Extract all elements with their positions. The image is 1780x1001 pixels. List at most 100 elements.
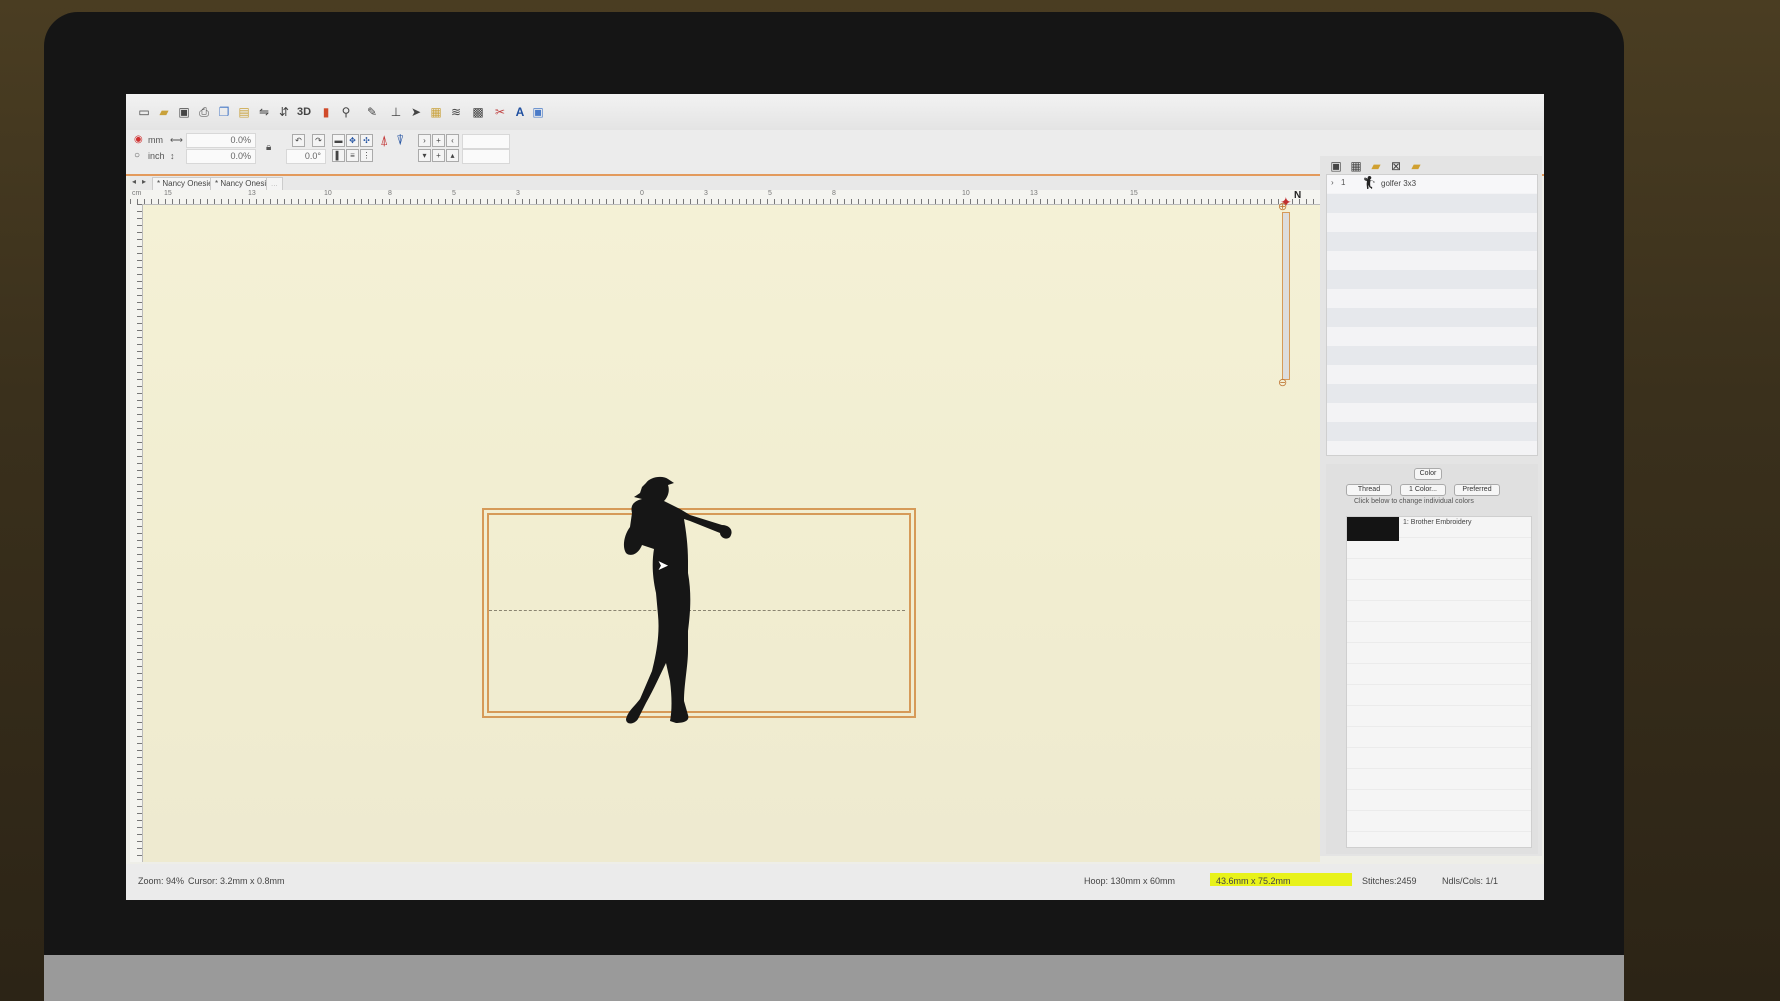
rotate-right-icon[interactable]: ↷ [312,134,325,147]
unlock-icon[interactable]: ▰ [1408,158,1424,174]
3d-view-icon[interactable]: 3D [296,104,312,120]
rotate-left-icon[interactable]: ↶ [292,134,305,147]
group-icon[interactable]: ▦ [1348,158,1364,174]
object-name: golfer 3x3 [1381,179,1417,188]
arrow-right-icon[interactable]: › [418,134,431,147]
select-icon[interactable]: ➤ [408,104,424,120]
new-icon[interactable]: ▭ [136,104,152,120]
ruler-label: 15 [164,190,172,197]
arrow-plus-icon[interactable]: + [432,134,445,147]
radio-inch-icon[interactable]: ○ [134,150,140,161]
status-bar: Zoom: 94% Cursor: 3.2mm x 0.8mm Hoop: 13… [126,864,1544,900]
offset-x-field[interactable] [462,134,510,149]
hoop-status: Hoop: 130mm x 60mm [1084,876,1176,886]
width-icon: ⟷ [170,135,183,145]
tab-nancy-onesie[interactable]: * Nancy Onesie [152,177,218,191]
ruler-label: 13 [248,190,256,197]
ruler-label: 8 [832,190,836,197]
ruler-label: 3 [516,190,520,197]
thread-icon[interactable]: ⍒ [396,132,404,149]
copy-icon[interactable]: ❐ [216,104,232,120]
zoom-icon[interactable]: ⚲ [338,104,354,120]
grid-icon[interactable]: ▩ [470,104,486,120]
golfer-silhouette[interactable] [590,475,740,735]
zoom-in-icon[interactable]: ⊕ [1278,200,1287,213]
ruler-label: 8 [388,190,392,197]
app-window: ▭ ▰ ▣ ⎙ ❐ ▤ ⇋ ⇵ 3D ▮ ⚲ ✎ ⊥ ➤ ▦ ≋ ▩ ✂ A ▣… [126,94,1544,900]
delete-icon[interactable]: ⊠ [1388,158,1404,174]
print-icon[interactable]: ⎙ [196,104,212,120]
design-size-status: 43.6mm x 75.2mm [1216,876,1291,886]
zoom-out-icon[interactable]: ⊖ [1278,376,1287,389]
wizard-icon[interactable]: ✂ [492,104,508,120]
color-list: 1: Brother Embroidery [1346,516,1532,848]
width-percent-field[interactable]: 0.0% [186,133,256,148]
lock-icon[interactable]: 🔒︎ [266,142,271,153]
offset-y-field[interactable] [462,149,510,164]
color-hint: Click below to change individual colors [1354,498,1474,505]
vertical-ruler [130,204,143,862]
arrow-cross-icon[interactable]: + [432,149,445,162]
ruler-label: 3 [704,190,708,197]
object-list: › 1 🏌︎ golfer 3x3 [1326,174,1538,456]
compass-north-label: N [1294,190,1302,201]
cursor-status: Cursor: 3.2mm x 0.8mm [188,876,285,886]
ruler-label: 5 [768,190,772,197]
lock-icon[interactable]: ▰ [1368,158,1384,174]
needles-status: Ndls/Cols: 1/1 [1442,876,1499,886]
ruler-label: 10 [324,190,332,197]
hoop-icon[interactable]: ▦ [428,104,444,120]
monitor-chin [44,955,1624,1001]
center-icon[interactable]: ✥ [346,134,359,147]
rotation-field[interactable]: 0.0° [286,149,326,164]
mouse-cursor-icon: ➤ [657,557,669,573]
align-icon[interactable]: ≋ [448,104,464,120]
unit-mm-label: mm [148,135,163,145]
stitches-status: Stitches:2459 [1362,876,1417,886]
arrow-left-icon[interactable]: ‹ [446,134,459,147]
golfer-thumbnail-icon: 🏌︎ [1361,175,1378,190]
stitch-icon[interactable]: ⊥ [388,104,404,120]
tab-prev-icon[interactable]: ◂ [132,177,136,186]
tab-next-icon[interactable]: ▸ [142,177,146,186]
center-top-icon[interactable]: ▬ [332,134,345,147]
ruler-label: 13 [1030,190,1038,197]
text-icon[interactable]: A [512,104,528,120]
arrow-down-icon[interactable]: ▾ [418,149,431,162]
lettering-icon[interactable]: ▣ [530,104,546,120]
side-panel: ▣ ▦ ▰ ⊠ ▰ › 1 🏌︎ golfer 3x3 Color Thread… [1320,156,1542,856]
object-index: 1 [1341,178,1346,187]
flip-horizontal-icon[interactable]: ⇋ [256,104,272,120]
ruler-label: 10 [962,190,970,197]
ruler-label: 15 [1130,190,1138,197]
needle-icon[interactable]: ⍋ [380,132,388,149]
design-canvas[interactable]: ➤ [143,205,1320,862]
align-left-icon[interactable]: ▌ [332,149,345,162]
tab-preferred[interactable]: Preferred [1454,484,1500,496]
height-percent-field[interactable]: 0.0% [186,149,256,164]
open-icon[interactable]: ▰ [156,104,172,120]
horizontal-ruler: cm 15 13 10 8 5 3 0 3 5 8 10 13 15 [130,190,1320,205]
tab-thread[interactable]: Thread [1346,484,1392,496]
paste-icon[interactable]: ▤ [236,104,252,120]
tab-more[interactable]: ... [266,177,283,191]
save-icon[interactable]: ▣ [176,104,192,120]
color-panel: Color Thread 1 Color... Preferred Click … [1326,464,1538,854]
side-toolbar: ▣ ▦ ▰ ⊠ ▰ [1324,156,1536,174]
align-justify-icon[interactable]: ≡ [346,149,359,162]
center-all-icon[interactable]: ✣ [360,134,373,147]
chart-icon[interactable]: ▮ [318,104,334,120]
zoom-slider[interactable] [1282,212,1290,380]
color-panel-title[interactable]: Color [1414,468,1442,480]
distribute-icon[interactable]: ⋮ [360,149,373,162]
measure-icon[interactable]: ✎ [364,104,380,120]
arrow-up-icon[interactable]: ▴ [446,149,459,162]
radio-mm-icon[interactable]: ◉ [134,134,143,145]
object-row[interactable]: › 1 🏌︎ golfer 3x3 [1327,175,1537,193]
color-swatch[interactable] [1347,517,1399,541]
layer-icon[interactable]: ▣ [1328,158,1344,174]
tab-one-color[interactable]: 1 Color... [1400,484,1446,496]
flip-vertical-icon[interactable]: ⇵ [276,104,292,120]
color-label[interactable]: 1: Brother Embroidery [1403,519,1471,526]
expand-icon[interactable]: › [1331,178,1334,187]
